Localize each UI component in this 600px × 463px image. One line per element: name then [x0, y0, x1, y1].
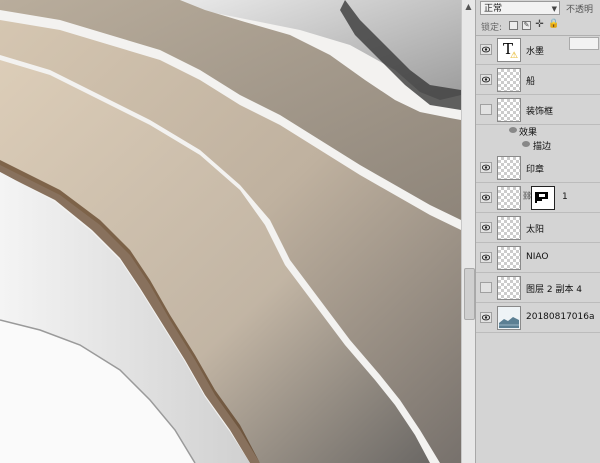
visibility-eye-icon[interactable] [480, 282, 492, 293]
layer-thumbnail [497, 98, 521, 122]
layer-name: 印章 [526, 165, 545, 175]
blend-mode-select[interactable]: 正常 ▼ [480, 1, 560, 15]
layer-name: NIAO [526, 252, 549, 262]
canvas-scrollbar[interactable]: ▲ [461, 0, 475, 463]
layer-name: 太阳 [526, 225, 545, 235]
layer-row[interactable]: 装饰框 [476, 95, 600, 125]
layer-name: 水墨 [526, 47, 545, 57]
layer-row[interactable]: 印章 [476, 153, 600, 183]
ink-landscape-artwork [0, 0, 461, 463]
opacity-label: 不透明 [566, 5, 594, 15]
scroll-up-arrow-icon[interactable]: ▲ [464, 2, 473, 12]
document-canvas[interactable] [0, 0, 461, 463]
layer-row[interactable]: 20180817016a [476, 303, 600, 333]
visibility-eye-icon[interactable] [480, 74, 492, 85]
stroke-effect-label: 描边 [533, 142, 552, 152]
layer-thumbnail [497, 246, 521, 270]
lock-all-icon[interactable]: 🔒 [548, 20, 559, 30]
visibility-eye-icon[interactable] [480, 44, 492, 55]
lock-transparent-icon[interactable] [509, 21, 518, 30]
stroke-eye-icon[interactable] [522, 141, 530, 147]
lock-label: 锁定: [481, 23, 503, 33]
layer-name: 图层 2 副本 4 [526, 285, 583, 295]
lock-row: 锁定: ✎ ✛ 🔒 [476, 17, 600, 50]
layer-row[interactable]: 太阳 [476, 213, 600, 243]
lock-move-icon[interactable]: ✛ [535, 20, 544, 30]
blend-mode-value: 正常 [484, 4, 503, 14]
effects-eye-icon[interactable] [509, 127, 517, 133]
visibility-eye-icon[interactable] [480, 312, 492, 323]
visibility-eye-icon[interactable] [480, 192, 492, 203]
visibility-eye-icon[interactable] [480, 252, 492, 263]
layer-name: 装饰框 [526, 107, 554, 117]
blend-row: 正常 ▼ 不透明 [476, 0, 600, 17]
layer-row[interactable]: 船 [476, 65, 600, 95]
visibility-eye-icon[interactable] [480, 222, 492, 233]
layer-thumbnail [497, 306, 521, 330]
layer-row[interactable]: ⛓ 1 [476, 183, 600, 213]
chevron-down-icon: ▼ [551, 5, 557, 13]
layer-mask-thumbnail[interactable] [531, 186, 555, 210]
layer-name: 20180817016a [526, 312, 595, 322]
stroke-effect-row[interactable]: 描边 [476, 138, 600, 152]
visibility-eye-icon[interactable] [480, 162, 492, 173]
effects-row[interactable]: 效果 [476, 124, 600, 138]
layer-thumbnail [497, 156, 521, 180]
layer-row[interactable]: T ⚠ 水墨 [476, 35, 600, 65]
layer-thumbnail [497, 68, 521, 92]
lock-paint-icon[interactable]: ✎ [522, 21, 531, 30]
layers-panel: 正常 ▼ 不透明 锁定: ✎ ✛ 🔒 T ⚠ 水墨船装饰框印章 ⛓ 1 太阳 NIAO 图层 … [475, 0, 600, 463]
layer-name: 1 [562, 192, 568, 202]
effects-label: 效果 [519, 128, 538, 138]
layer-row[interactable]: 图层 2 副本 4 [476, 273, 600, 303]
visibility-eye-icon[interactable] [480, 104, 492, 115]
layer-thumbnail [497, 276, 521, 300]
scroll-thumb[interactable] [464, 268, 475, 320]
warning-icon: ⚠ [510, 51, 519, 61]
layer-thumbnail [497, 216, 521, 240]
layer-name: 船 [526, 77, 536, 87]
layer-thumbnail: T ⚠ [497, 38, 521, 62]
layer-row[interactable]: NIAO [476, 243, 600, 273]
layer-thumbnail [497, 186, 521, 210]
